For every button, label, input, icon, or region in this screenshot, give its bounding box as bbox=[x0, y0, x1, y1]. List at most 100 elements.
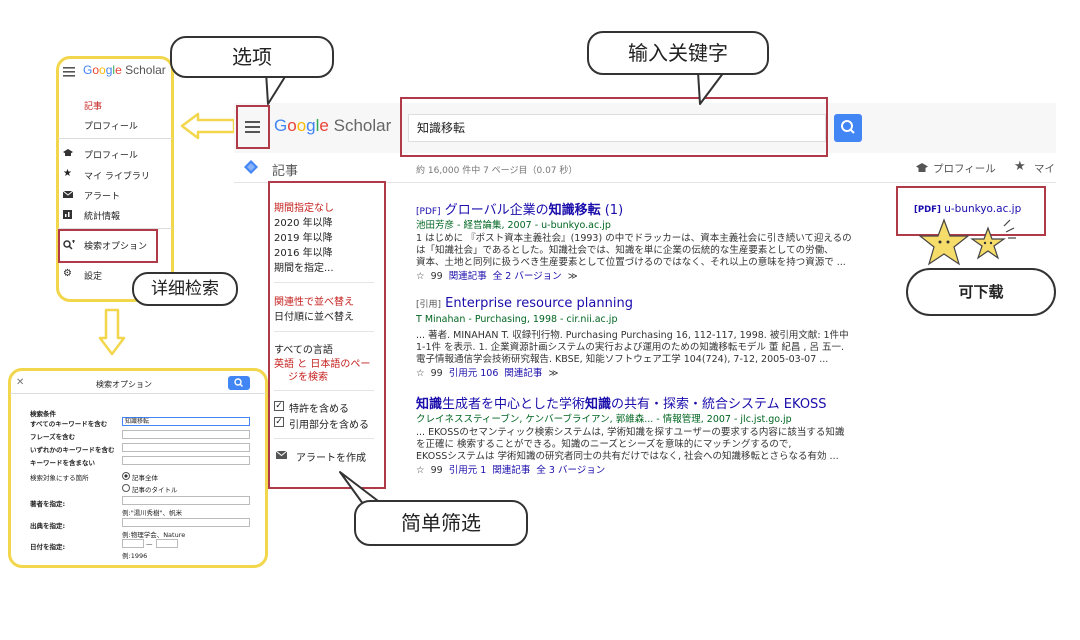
tab-my-library[interactable]: マイ bbox=[1034, 161, 1055, 176]
pdf-side-link[interactable]: [PDF] u-bunkyo.ac.jp bbox=[914, 203, 1021, 215]
result-3-source: クレイネススティーブン, ケンバーブライアン, 郭維森... - 情報管理, 2… bbox=[416, 414, 792, 425]
side-menu-item-alerts[interactable]: アラート bbox=[84, 189, 120, 202]
left-arrow-icon bbox=[180, 112, 236, 140]
tab-articles[interactable]: 記事 bbox=[272, 160, 298, 179]
callout-keyword-tail bbox=[680, 70, 730, 106]
close-icon[interactable]: ✕ bbox=[16, 377, 24, 388]
label-phrase: フレーズを含む bbox=[30, 433, 76, 441]
date-from-input[interactable] bbox=[122, 539, 144, 548]
result-2-title[interactable]: [引用] Enterprise resource planning bbox=[416, 296, 633, 311]
divider bbox=[274, 438, 374, 439]
result-1-snippet-3: 資本、土地と同列に扱うべき生産要素として位置づけるのではなく、それ以上の意味を持… bbox=[416, 257, 846, 268]
result-2-actions: ☆ 99 引用元 106 関連記事 ≫ bbox=[416, 365, 558, 379]
side-menu-profile-top[interactable]: プロフィール bbox=[84, 119, 138, 132]
label-any-keywords: いずれかのキーワードを含む bbox=[30, 446, 115, 454]
save-star-icon[interactable]: ☆ bbox=[416, 271, 425, 282]
gear-icon: ⚙ bbox=[63, 268, 72, 279]
author-input[interactable] bbox=[122, 496, 250, 505]
radio-title-only[interactable] bbox=[122, 484, 130, 492]
result-3-cited-by[interactable]: 引用元 1 bbox=[449, 465, 487, 476]
save-star-icon[interactable]: ☆ bbox=[416, 465, 425, 476]
filter-since-2019[interactable]: 2019 年以降 bbox=[274, 229, 333, 244]
result-1-related[interactable]: 関連記事 bbox=[449, 271, 487, 282]
create-alert[interactable]: アラートを作成 bbox=[296, 449, 366, 464]
label-date: 日付を指定: bbox=[30, 543, 66, 551]
library-star-icon: ★ bbox=[1014, 159, 1026, 174]
filter-any-time[interactable]: 期間指定なし bbox=[274, 199, 334, 214]
tab-profile[interactable]: プロフィール bbox=[933, 161, 996, 176]
star-icon: ★ bbox=[63, 168, 72, 179]
stats-icon bbox=[63, 210, 72, 219]
advanced-form-title: 検索オプション bbox=[96, 380, 152, 389]
graduation-cap-icon bbox=[63, 149, 73, 157]
mail-icon bbox=[63, 191, 73, 198]
side-menu-settings[interactable]: 設定 bbox=[84, 269, 102, 282]
main-logo[interactable]: Google Scholar bbox=[274, 116, 391, 136]
exclude-keywords-input[interactable] bbox=[122, 456, 250, 465]
result-3-title[interactable]: 知識生成者を中心とした学術知識の共有・探索・統合システム EKOSS bbox=[416, 393, 827, 412]
side-menu-item-profile[interactable]: プロフィール bbox=[84, 148, 138, 161]
hamburger-icon[interactable] bbox=[63, 67, 75, 77]
publication-input[interactable] bbox=[122, 518, 250, 527]
publication-hint: 例:物理学会、Nature bbox=[122, 531, 186, 539]
callout-input-keyword: 输入关键字 bbox=[587, 31, 769, 75]
side-menu-item-stats[interactable]: 統計情報 bbox=[84, 209, 120, 222]
articles-tab-icon bbox=[244, 160, 258, 174]
search-input[interactable]: 知識移転 bbox=[408, 114, 826, 142]
side-logo: Google Scholar bbox=[83, 63, 166, 77]
filter-since-2016[interactable]: 2016 年以降 bbox=[274, 244, 333, 259]
result-2-cited-by[interactable]: 引用元 106 bbox=[449, 368, 499, 379]
side-menu-advanced-search[interactable]: 検索オプション bbox=[84, 239, 147, 252]
result-3-snippet-3: EKOSSシステムは 学術知識の研究者同士の共有だけではなく, 社会への知識移転… bbox=[416, 451, 839, 462]
sort-relevance[interactable]: 関連性で並べ替え bbox=[274, 293, 354, 308]
all-keywords-input[interactable]: 知識移転 bbox=[122, 417, 250, 426]
more-icon[interactable]: ≫ bbox=[568, 271, 578, 282]
include-citations-label: 引用部分を含める bbox=[289, 420, 369, 431]
divider bbox=[274, 390, 374, 391]
date-dash: — bbox=[146, 540, 153, 548]
author-hint: 例:"湯川秀樹"、帆米 bbox=[122, 509, 183, 517]
date-hint: 例:1996 bbox=[122, 552, 148, 560]
divider bbox=[274, 331, 374, 332]
side-menu-articles[interactable]: 記事 bbox=[84, 99, 102, 112]
callout-simple-filter: 简单筛选 bbox=[354, 500, 528, 546]
label-author: 著者を指定: bbox=[30, 500, 66, 508]
any-keywords-input[interactable] bbox=[122, 443, 250, 452]
result-3-versions[interactable]: 全 3 バージョン bbox=[536, 465, 605, 476]
filter-since-2020[interactable]: 2020 年以降 bbox=[274, 214, 333, 229]
lang-all[interactable]: すべての言語 bbox=[274, 341, 333, 356]
callout-downloadable: 可下载 bbox=[906, 268, 1056, 316]
result-stats: 約 16,000 件中 7 ページ目（0.07 秒） bbox=[416, 166, 578, 176]
cite-quote-icon[interactable]: 99 bbox=[431, 368, 443, 379]
include-patents-label: 特許を含める bbox=[289, 404, 349, 415]
callout-options: 选项 bbox=[170, 36, 334, 78]
sort-date[interactable]: 日付順に並べ替え bbox=[274, 308, 354, 323]
search-button[interactable] bbox=[834, 114, 862, 142]
include-patents-checkbox[interactable]: ✓ bbox=[274, 401, 284, 411]
label-search-scope: 検索対象にする箇所 bbox=[30, 474, 89, 482]
down-arrow-icon bbox=[98, 308, 126, 356]
result-2-related[interactable]: 関連記事 bbox=[504, 368, 542, 379]
callout-advanced-search: 详细检索 bbox=[132, 272, 238, 306]
result-1-title[interactable]: [PDF] グローバル企業の知識移転 (1) bbox=[416, 199, 623, 218]
alert-mail-icon bbox=[276, 451, 287, 459]
divider bbox=[10, 393, 266, 394]
main-hamburger-icon[interactable] bbox=[245, 121, 260, 133]
include-citations-checkbox[interactable]: ✓ bbox=[274, 417, 284, 427]
label-exclude-keywords: キーワードを含まない bbox=[30, 459, 95, 467]
filter-custom-range[interactable]: 期間を指定... bbox=[274, 259, 334, 274]
result-3-related[interactable]: 関連記事 bbox=[492, 465, 530, 476]
result-1-versions[interactable]: 全 2 バージョン bbox=[493, 271, 562, 282]
side-menu-item-library[interactable]: マイ ライブラリ bbox=[84, 169, 150, 182]
radio-whole-article[interactable] bbox=[122, 472, 130, 480]
advanced-search-button[interactable] bbox=[228, 376, 250, 390]
result-2-snippet-3: 電子情報通信学会技術研究報告. KBSE, 知能ソフトウェア工学 104(724… bbox=[416, 354, 829, 365]
cite-quote-icon[interactable]: 99 bbox=[431, 271, 443, 282]
cite-quote-icon[interactable]: 99 bbox=[431, 465, 443, 476]
save-star-icon[interactable]: ☆ bbox=[416, 368, 425, 379]
more-icon[interactable]: ≫ bbox=[548, 368, 558, 379]
date-to-input[interactable] bbox=[156, 539, 178, 548]
radio-whole-article-label: 記事全体 bbox=[132, 474, 158, 482]
phrase-input[interactable] bbox=[122, 430, 250, 439]
advanced-search-icon bbox=[63, 240, 75, 250]
